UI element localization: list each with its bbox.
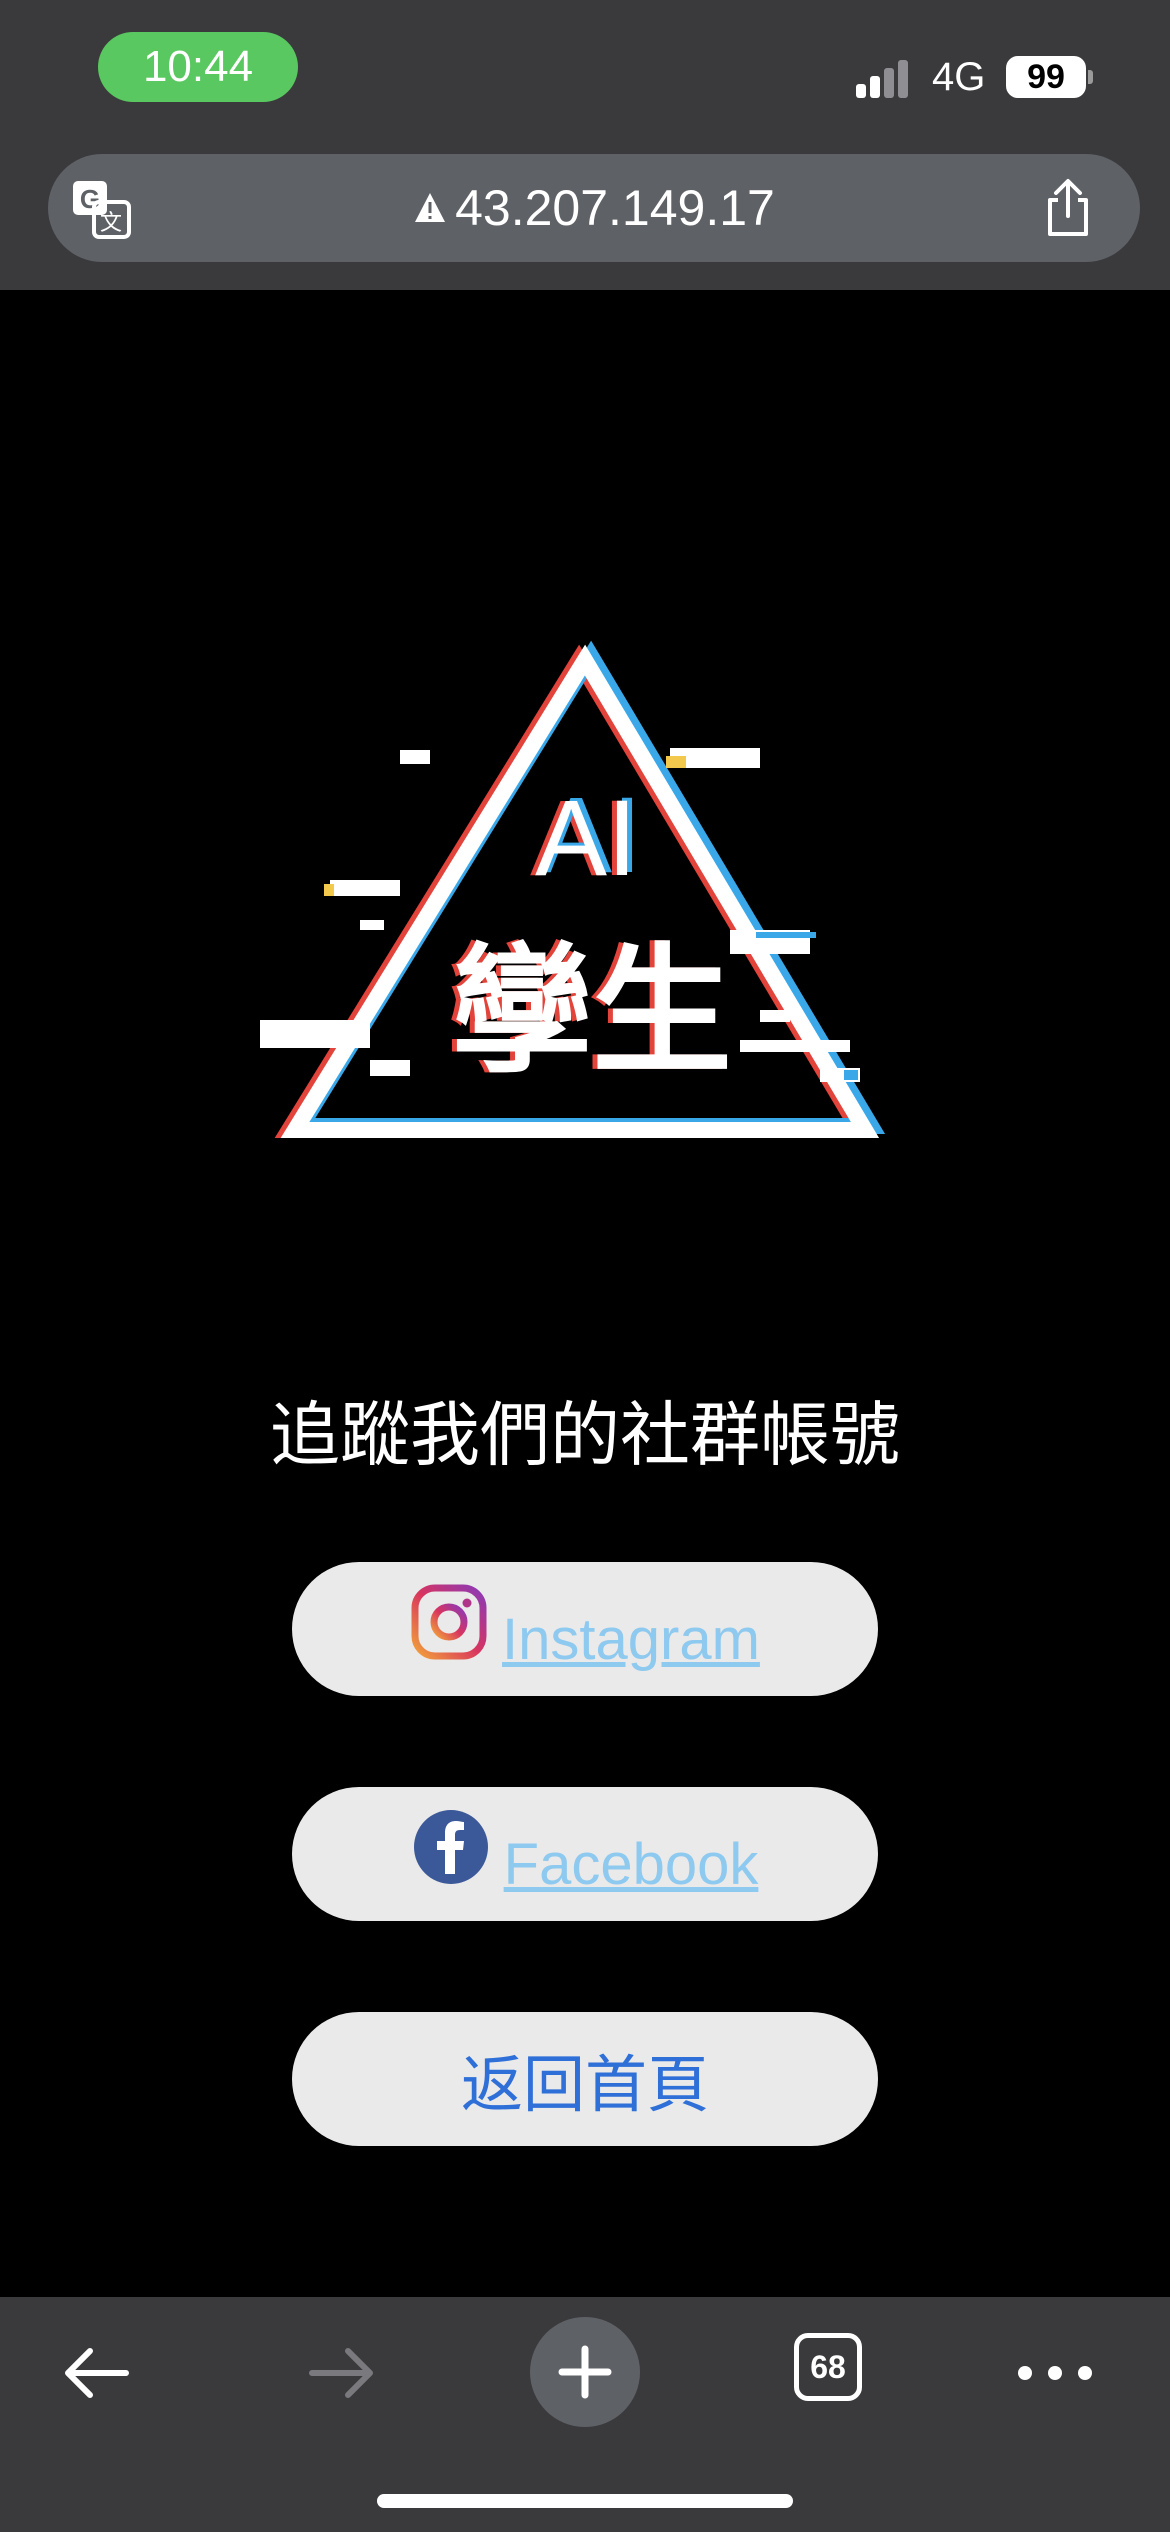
new-tab-button[interactable]: [530, 2317, 640, 2427]
ai-twin-logo: AI AI AI 孿生 孿生: [260, 640, 886, 1138]
signal-icon: [856, 58, 916, 98]
status-time: 10:44: [98, 32, 298, 102]
network-type: 4G: [932, 55, 986, 99]
more-icon[interactable]: [1010, 2333, 1100, 2413]
logo-text-twin-main: 孿生: [452, 931, 732, 1094]
not-secure-warning-icon: [415, 193, 446, 222]
tab-count-button[interactable]: 68: [794, 2333, 862, 2401]
facebook-icon: [413, 1810, 488, 1884]
facebook-link[interactable]: Facebook: [504, 1831, 759, 1898]
share-icon[interactable]: [1036, 176, 1100, 240]
battery-nub: [1088, 70, 1093, 84]
logo-text-ai-main: AI: [535, 777, 637, 898]
home-indicator: [377, 2494, 793, 2508]
instagram-link[interactable]: Instagram: [502, 1606, 760, 1673]
instagram-icon: [411, 1584, 487, 1660]
url-bar[interactable]: G 文 43.207.149.17: [48, 154, 1140, 262]
plus-icon: [558, 2345, 612, 2399]
back-to-home-label: 返回首頁: [460, 2051, 709, 2120]
url-text[interactable]: 43.207.149.17: [455, 179, 775, 237]
back-arrow-icon[interactable]: [56, 2333, 136, 2413]
social-heading: 追蹤我們的社群帳號: [270, 1396, 900, 1474]
battery-icon: 99: [1006, 56, 1086, 98]
forward-arrow-icon[interactable]: [302, 2333, 382, 2413]
instagram-button[interactable]: Instagram: [292, 1562, 878, 1696]
facebook-button[interactable]: Facebook: [292, 1787, 878, 1921]
browser-address-area: G 文 43.207.149.17: [0, 140, 1170, 290]
status-bar: 10:44 4G 99: [0, 0, 1170, 140]
back-to-home-button[interactable]: 返回首頁: [292, 2012, 878, 2146]
